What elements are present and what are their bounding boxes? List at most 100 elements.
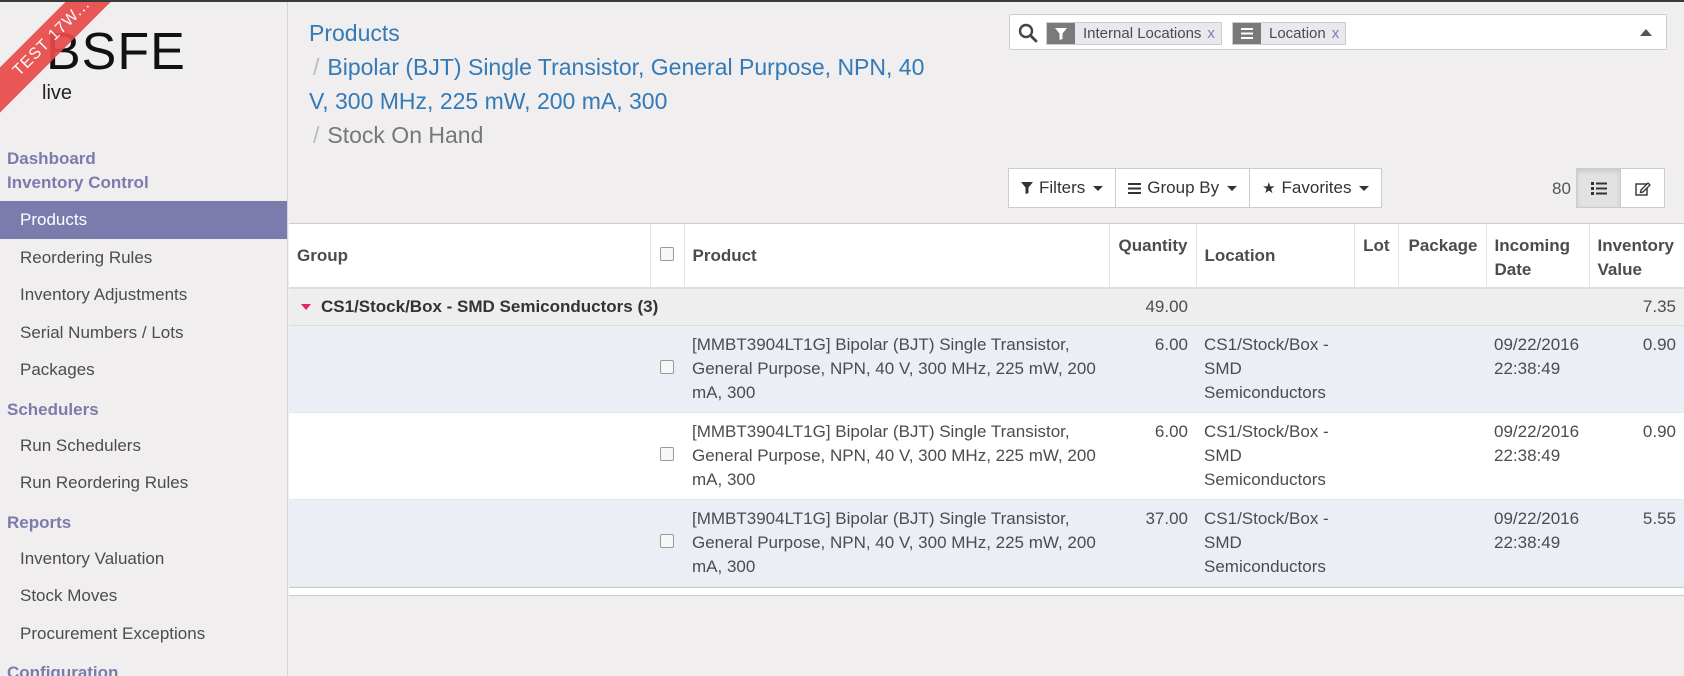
view-switcher	[1576, 168, 1665, 208]
edit-icon	[1634, 181, 1651, 196]
group-label: CS1/Stock/Box - SMD Semiconductors (3)	[321, 297, 659, 316]
group-row[interactable]: CS1/Stock/Box - SMD Semiconductors (3) 4…	[289, 288, 1684, 326]
filter-icon	[1047, 23, 1075, 44]
row-group-cell	[289, 499, 650, 587]
breadcrumb-current: Stock On Hand	[327, 122, 484, 148]
row-lot	[1354, 499, 1398, 587]
row-quantity: 37.00	[1109, 499, 1196, 587]
filters-label: Filters	[1039, 178, 1086, 197]
table-header-row: Group Product Quantity Location Lot Pack…	[289, 224, 1684, 289]
group-quantity: 49.00	[1109, 288, 1196, 326]
sidebar-item-run-reordering-rules[interactable]: Run Reordering Rules	[0, 464, 287, 502]
row-value: 5.55	[1589, 499, 1684, 587]
favorites-label: Favorites	[1281, 178, 1352, 197]
search-facet-location: Location x	[1232, 22, 1347, 45]
row-product: [MMBT3904LT1G] Bipolar (BJT) Single Tran…	[684, 412, 1109, 500]
table-row[interactable]: [MMBT3904LT1G] Bipolar (BJT) Single Tran…	[289, 499, 1684, 587]
filter-icon	[1021, 182, 1033, 194]
caret-down-icon	[301, 303, 311, 310]
column-header-inventory-value[interactable]: Inventory Value	[1589, 224, 1684, 289]
sidebar-item-procurement-exceptions[interactable]: Procurement Exceptions	[0, 615, 287, 653]
stock-table-container: Group Product Quantity Location Lot Pack…	[289, 223, 1684, 596]
row-location: CS1/Stock/Box - SMD Semiconductors	[1196, 325, 1354, 413]
sidebar-item-inventory-adjustments[interactable]: Inventory Adjustments	[0, 276, 287, 314]
column-header-group[interactable]: Group	[289, 224, 651, 289]
row-incoming-date: 09/22/2016 22:38:49	[1486, 499, 1589, 587]
sidebar-dashboard[interactable]: Dashboard	[0, 147, 287, 171]
search-options-toggle-icon[interactable]	[1640, 29, 1652, 36]
breadcrumb-product[interactable]: Bipolar (BJT) Single Transistor, General…	[309, 54, 924, 114]
sidebar-item-run-schedulers[interactable]: Run Schedulers	[0, 427, 287, 465]
row-value: 0.90	[1589, 412, 1684, 500]
chevron-down-icon	[1359, 185, 1370, 191]
sidebar-item-stock-moves[interactable]: Stock Moves	[0, 577, 287, 615]
main-content: Products / Bipolar (BJT) Single Transisto…	[289, 2, 1684, 676]
row-checkbox[interactable]	[660, 360, 674, 374]
column-header-location[interactable]: Location	[1196, 224, 1355, 289]
list-view-button[interactable]	[1576, 168, 1621, 208]
sidebar-item-packages[interactable]: Packages	[0, 351, 287, 389]
group-value: 7.35	[1589, 288, 1684, 326]
form-view-button[interactable]	[1620, 168, 1665, 208]
sidebar-item-reordering-rules[interactable]: Reordering Rules	[0, 239, 287, 277]
sidebar-section-configuration: Configuration	[7, 663, 119, 676]
table-footer	[289, 587, 1684, 596]
list-view-icon	[1590, 181, 1607, 195]
stock-table: Group Product Quantity Location Lot Pack…	[289, 224, 1684, 587]
row-checkbox-cell	[650, 325, 684, 413]
facet-remove-button[interactable]: x	[1332, 25, 1346, 42]
row-lot	[1354, 412, 1398, 500]
row-lot	[1354, 325, 1398, 413]
sidebar-item-serial-numbers[interactable]: Serial Numbers / Lots	[0, 314, 287, 352]
search-options-group: Filters Group By ★ Favorites	[1008, 168, 1383, 208]
sidebar: BSFE live TEST 17W... Dashboard Inventor…	[0, 2, 288, 676]
row-checkbox-cell	[650, 499, 684, 587]
facet-remove-button[interactable]: x	[1207, 25, 1221, 42]
group-by-button[interactable]: Group By	[1115, 168, 1251, 208]
group-label-cell[interactable]: CS1/Stock/Box - SMD Semiconductors (3)	[289, 288, 1109, 326]
table-row[interactable]: [MMBT3904LT1G] Bipolar (BJT) Single Tran…	[289, 412, 1684, 500]
row-location: CS1/Stock/Box - SMD Semiconductors	[1196, 499, 1354, 587]
row-product: [MMBT3904LT1G] Bipolar (BJT) Single Tran…	[684, 499, 1109, 587]
sidebar-section-schedulers: Schedulers	[7, 399, 99, 419]
facet-label: Internal Locations	[1083, 25, 1202, 42]
group-by-label: Group By	[1147, 178, 1220, 197]
row-checkbox[interactable]	[660, 534, 674, 548]
favorites-button[interactable]: ★ Favorites	[1249, 168, 1383, 208]
column-header-quantity[interactable]: Quantity	[1109, 224, 1197, 289]
row-value: 0.90	[1589, 325, 1684, 413]
column-header-lot[interactable]: Lot	[1354, 224, 1399, 289]
sidebar-item-products[interactable]: Products	[0, 201, 287, 239]
sidebar-item-inventory-valuation[interactable]: Inventory Valuation	[0, 540, 287, 578]
search-icon[interactable]	[1018, 23, 1038, 43]
list-icon	[1128, 182, 1142, 194]
row-incoming-date: 09/22/2016 22:38:49	[1486, 325, 1589, 413]
row-group-cell	[289, 412, 650, 500]
row-checkbox-cell	[650, 412, 684, 500]
group-empty-cell	[1354, 288, 1398, 326]
breadcrumb-separator: /	[313, 54, 320, 80]
table-row[interactable]: [MMBT3904LT1G] Bipolar (BJT) Single Tran…	[289, 325, 1684, 413]
select-all-checkbox[interactable]	[660, 246, 674, 261]
breadcrumb-products[interactable]: Products	[309, 20, 400, 46]
row-checkbox[interactable]	[660, 447, 674, 461]
column-header-package[interactable]: Package	[1398, 224, 1487, 289]
column-header-product[interactable]: Product	[684, 224, 1110, 289]
breadcrumb: Products / Bipolar (BJT) Single Transisto…	[309, 16, 929, 152]
row-quantity: 6.00	[1109, 412, 1196, 500]
filters-button[interactable]: Filters	[1008, 168, 1117, 208]
search-box[interactable]: Internal Locations x Location x	[1009, 14, 1667, 50]
row-package	[1398, 325, 1486, 413]
column-header-incoming-date[interactable]: Incoming Date	[1486, 224, 1590, 289]
chevron-down-icon	[1093, 185, 1104, 191]
group-empty-cell	[1196, 288, 1354, 326]
group-icon	[1233, 23, 1261, 44]
row-package	[1398, 499, 1486, 587]
app-root: BSFE live TEST 17W... Dashboard Inventor…	[0, 0, 1684, 676]
select-all-checkbox-cell	[650, 224, 685, 289]
row-incoming-date: 09/22/2016 22:38:49	[1486, 412, 1589, 500]
pager-value[interactable]: 80	[1552, 179, 1571, 199]
row-location: CS1/Stock/Box - SMD Semiconductors	[1196, 412, 1354, 500]
company-logo-sub: live	[42, 82, 73, 104]
row-product: [MMBT3904LT1G] Bipolar (BJT) Single Tran…	[684, 325, 1109, 413]
